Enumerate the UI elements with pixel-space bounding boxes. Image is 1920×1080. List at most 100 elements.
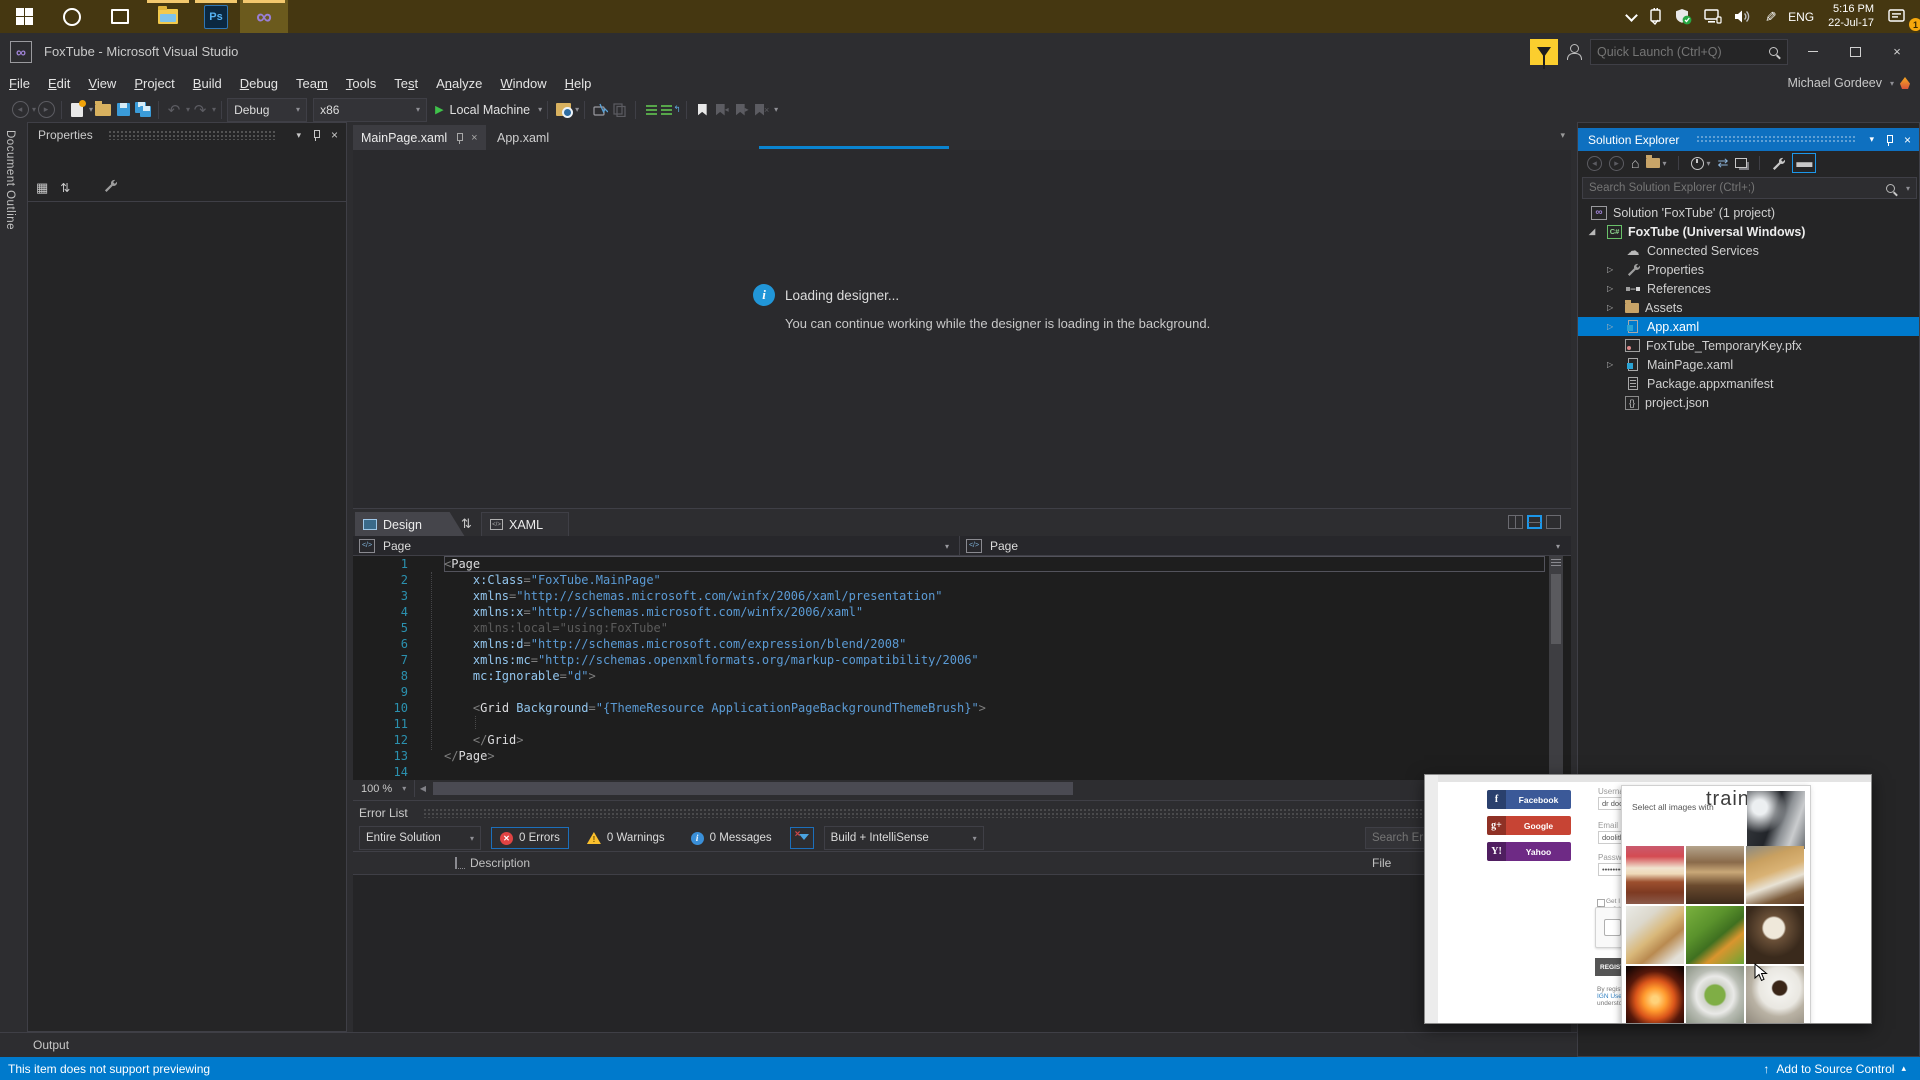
code-line[interactable]: 4 xmlns:x="http://schemas.microsoft.com/…: [353, 604, 1571, 620]
pin-icon[interactable]: [311, 130, 321, 141]
property-pages-icon[interactable]: [104, 179, 118, 197]
collapse-pane-button[interactable]: [1546, 515, 1561, 529]
errors-filter-button[interactable]: ✕ 0 Errors: [491, 827, 569, 849]
breadcrumb-right[interactable]: </> Page ▾: [959, 536, 1572, 555]
tree-item-references[interactable]: ▷ References: [1578, 279, 1919, 298]
chevron-down-icon[interactable]: ▾: [538, 105, 542, 114]
severity-column-icon[interactable]: [455, 857, 465, 869]
document-well-overflow-icon[interactable]: ▾: [1560, 130, 1565, 141]
messages-filter-button[interactable]: i 0 Messages: [683, 827, 780, 849]
tree-item-foxtube-temporarykey-pfx[interactable]: FoxTube_TemporaryKey.pfx: [1578, 336, 1919, 355]
split-handle-icon[interactable]: [1551, 559, 1561, 568]
tree-item-assets[interactable]: ▷ Assets: [1578, 298, 1919, 317]
menu-analyze[interactable]: Analyze: [427, 72, 491, 95]
search-icon[interactable]: [1885, 183, 1895, 193]
expanded-arrow-icon[interactable]: ◢: [1589, 227, 1607, 236]
close-icon[interactable]: ×: [471, 132, 477, 144]
error-list-body[interactable]: [353, 875, 1571, 1032]
yahoo-login-button[interactable]: Y! Yahoo: [1487, 842, 1571, 861]
coffee-beans-image[interactable]: [1746, 906, 1804, 964]
categorized-icon[interactable]: ▦: [36, 180, 48, 196]
horizontal-scrollbar[interactable]: [431, 780, 1555, 797]
scrollbar-thumb[interactable]: [1551, 574, 1561, 644]
source-dropdown[interactable]: Build + IntelliSense ▾: [823, 826, 984, 850]
window-position-icon[interactable]: ▾: [1869, 134, 1874, 145]
sync-with-active-document-button[interactable]: ⇄: [1718, 154, 1729, 172]
restore-button[interactable]: [1838, 39, 1872, 65]
toolbar-overflow-icon[interactable]: ▾: [774, 105, 778, 114]
code-line[interactable]: 13 </Page>: [353, 748, 1571, 764]
find-in-files-button[interactable]: [553, 99, 573, 121]
tree-item-connected-services[interactable]: ☁ Connected Services: [1578, 241, 1919, 260]
close-icon[interactable]: ×: [1904, 133, 1911, 147]
floating-browser-window[interactable]: f Facebook g+ Google Y! Yahoo Username d…: [1424, 774, 1872, 1024]
notifications-icon[interactable]: [1900, 77, 1910, 89]
collapse-all-button[interactable]: [1735, 154, 1748, 172]
start-debugging-button[interactable]: ▶ Local Machine ▾: [435, 99, 542, 121]
glowing-bowl-image[interactable]: [1626, 966, 1684, 1023]
send-feedback-icon[interactable]: [1566, 43, 1582, 60]
menu-debug[interactable]: Debug: [231, 72, 287, 95]
vertical-scrollbar[interactable]: [1549, 556, 1563, 780]
output-tab[interactable]: Output: [33, 1038, 69, 1052]
tree-item-package-appxmanifest[interactable]: Package.appxmanifest: [1578, 374, 1919, 393]
photoshop-button[interactable]: Ps: [192, 0, 240, 33]
forward-button[interactable]: ▸: [1609, 154, 1624, 172]
pending-changes-filter-button[interactable]: ▾: [1691, 154, 1711, 172]
code-line[interactable]: 8 mc:Ignorable="d">: [353, 668, 1571, 684]
collapsed-arrow-icon[interactable]: ▷: [1607, 303, 1625, 312]
breadcrumb-left[interactable]: </> Page ▾: [353, 536, 959, 555]
menu-help[interactable]: Help: [556, 72, 601, 95]
collapsed-arrow-icon[interactable]: ▷: [1607, 265, 1625, 274]
language-indicator[interactable]: ENG: [1782, 0, 1820, 33]
switch-views-button[interactable]: ▾: [1646, 154, 1666, 172]
open-file-button[interactable]: [93, 99, 113, 121]
clear-bookmarks-button[interactable]: ×: [752, 99, 772, 121]
uncomment-button[interactable]: ↰: [661, 99, 681, 121]
file-explorer-button[interactable]: [144, 0, 192, 33]
start-button[interactable]: [0, 0, 48, 33]
menu-team[interactable]: Team: [287, 72, 337, 95]
collapsed-arrow-icon[interactable]: ▷: [1607, 322, 1625, 331]
chevron-down-icon[interactable]: ▾: [1906, 184, 1910, 193]
menu-project[interactable]: Project: [125, 72, 183, 95]
code-line[interactable]: 12 </Grid>: [353, 732, 1571, 748]
close-button[interactable]: ×: [1880, 39, 1914, 65]
error-list-title-bar[interactable]: Error List: [353, 801, 1571, 825]
menu-file[interactable]: File: [0, 72, 39, 95]
back-button[interactable]: ◂: [1587, 154, 1602, 172]
tree-item-mainpage-xaml[interactable]: ▷ MainPage.xaml: [1578, 355, 1919, 374]
menu-test[interactable]: Test: [385, 72, 427, 95]
navigate-back-button[interactable]: ◂: [10, 99, 30, 121]
action-center-button[interactable]: 1: [1882, 0, 1920, 33]
platform-dropdown[interactable]: x86 ▾: [313, 97, 428, 122]
menu-view[interactable]: View: [79, 72, 125, 95]
code-line[interactable]: 7 xmlns:mc="http://schemas.openxmlformat…: [353, 652, 1571, 668]
chevron-down-icon[interactable]: ▾: [1556, 542, 1560, 551]
menu-window[interactable]: Window: [491, 72, 555, 95]
comment-button[interactable]: [641, 99, 661, 121]
column-description[interactable]: Description: [470, 856, 530, 870]
properties-button[interactable]: [1772, 154, 1786, 172]
properties-title-bar[interactable]: Properties ▾ ×: [28, 123, 346, 147]
undo-button[interactable]: ↶: [164, 99, 184, 121]
recaptcha-checkbox[interactable]: [1604, 919, 1621, 936]
google-login-button[interactable]: g+ Google: [1487, 816, 1571, 835]
code-line[interactable]: 5 xmlns:local="using:FoxTube": [353, 620, 1571, 636]
new-project-button[interactable]: [67, 99, 87, 121]
home-button[interactable]: ⌂: [1631, 154, 1639, 172]
code-line[interactable]: 1 <Page: [353, 556, 1571, 572]
volume-tray-icon[interactable]: [1728, 0, 1758, 33]
save-all-button[interactable]: [133, 99, 153, 121]
close-icon[interactable]: ×: [331, 128, 338, 142]
pen-tray-icon[interactable]: ✎: [1758, 0, 1782, 33]
minimize-button[interactable]: [1796, 39, 1830, 65]
clear-filter-button[interactable]: [789, 827, 814, 849]
pin-icon[interactable]: [454, 132, 464, 144]
pancakes-coffee-image[interactable]: [1746, 846, 1804, 904]
swap-panes-button[interactable]: ⇅: [461, 516, 472, 532]
collapsed-arrow-icon[interactable]: ▷: [1607, 284, 1625, 293]
network-tray-icon[interactable]: [1698, 0, 1728, 33]
tray-expand-button[interactable]: [1621, 0, 1642, 33]
facebook-login-button[interactable]: f Facebook: [1487, 790, 1571, 809]
